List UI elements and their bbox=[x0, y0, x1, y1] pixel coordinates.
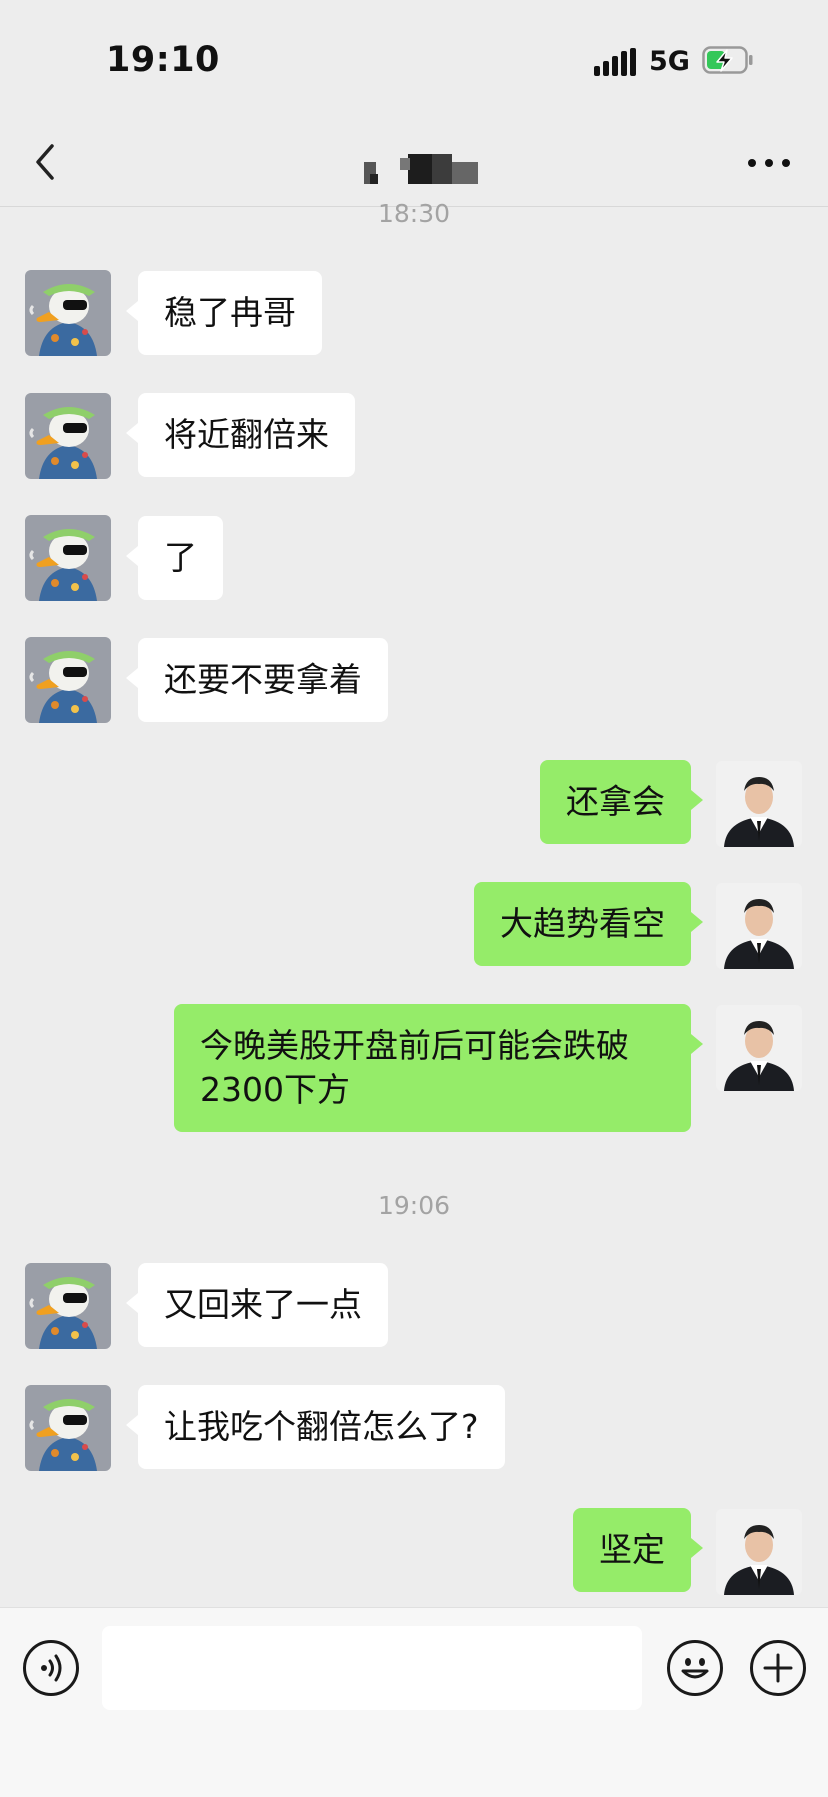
man-in-suit-avatar-icon bbox=[716, 1005, 802, 1091]
plus-icon[interactable] bbox=[750, 1640, 806, 1696]
contact-avatar[interactable] bbox=[25, 515, 111, 601]
duck-avatar-icon bbox=[25, 1263, 111, 1349]
message-bubble-incoming[interactable]: 还要不要拿着 bbox=[126, 638, 388, 722]
battery-icon bbox=[702, 46, 754, 74]
message-bubble-incoming[interactable]: 将近翻倍来 bbox=[126, 393, 355, 477]
message-bubble-incoming[interactable]: 又回来了一点 bbox=[126, 1263, 388, 1347]
timestamp-label: 18:30 bbox=[377, 199, 451, 228]
emoji-icon[interactable] bbox=[667, 1640, 723, 1696]
status-bar: 19:10 5G bbox=[0, 0, 828, 120]
user-avatar[interactable] bbox=[716, 883, 802, 969]
message-bubble-incoming[interactable]: 让我吃个翻倍怎么了? bbox=[126, 1385, 505, 1469]
message-bubble-incoming[interactable]: 了 bbox=[126, 516, 223, 600]
chat-input-bar bbox=[0, 1607, 828, 1797]
user-avatar[interactable] bbox=[716, 1005, 802, 1091]
man-in-suit-avatar-icon bbox=[716, 883, 802, 969]
voice-icon[interactable] bbox=[23, 1640, 79, 1696]
message-bubble-incoming[interactable]: 稳了冉哥 bbox=[126, 271, 322, 355]
chat-title-mosaic bbox=[360, 154, 480, 184]
duck-avatar-icon bbox=[25, 637, 111, 723]
contact-avatar[interactable] bbox=[25, 270, 111, 356]
duck-avatar-icon bbox=[25, 270, 111, 356]
contact-avatar[interactable] bbox=[25, 1385, 111, 1471]
more-dots-icon[interactable] bbox=[748, 156, 790, 170]
network-type: 5G bbox=[649, 46, 690, 77]
man-in-suit-avatar-icon bbox=[716, 1509, 802, 1595]
timestamp-label: 19:06 bbox=[377, 1191, 451, 1220]
chat-nav-bar bbox=[0, 120, 828, 207]
contact-avatar[interactable] bbox=[25, 393, 111, 479]
duck-avatar-icon bbox=[25, 1385, 111, 1471]
message-bubble-outgoing[interactable]: 坚定 bbox=[573, 1508, 703, 1592]
message-bubble-outgoing[interactable]: 今晚美股开盘前后可能会跌破 2300下方 bbox=[174, 1004, 703, 1132]
message-bubble-outgoing[interactable]: 还拿会 bbox=[540, 760, 703, 844]
message-input[interactable] bbox=[102, 1626, 642, 1710]
man-in-suit-avatar-icon bbox=[716, 761, 802, 847]
message-bubble-outgoing[interactable]: 大趋势看空 bbox=[474, 882, 703, 966]
chevron-left-icon[interactable] bbox=[30, 140, 60, 184]
status-time: 19:10 bbox=[106, 40, 220, 80]
contact-avatar[interactable] bbox=[25, 637, 111, 723]
contact-avatar[interactable] bbox=[25, 1263, 111, 1349]
signal-icon bbox=[594, 48, 636, 76]
duck-avatar-icon bbox=[25, 393, 111, 479]
duck-avatar-icon bbox=[25, 515, 111, 601]
user-avatar[interactable] bbox=[716, 1509, 802, 1595]
user-avatar[interactable] bbox=[716, 761, 802, 847]
